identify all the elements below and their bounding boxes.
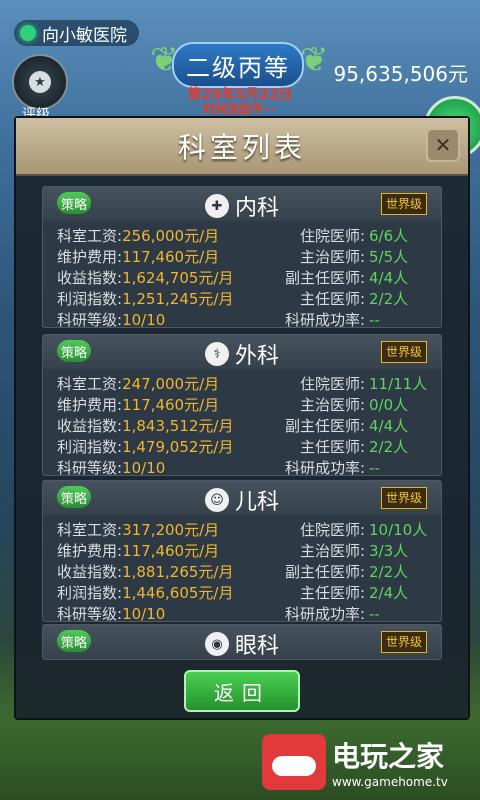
department-card-surgery: 策略 ⚕ 外科 世界级 科室工资:247,000元/月 住院医师: 11/11人 维… (42, 334, 442, 478)
department-name: 内科 (234, 196, 279, 221)
department-name: 外科 (234, 344, 279, 369)
stat-row: 收益指数:1,843,512元/月 副主任医师: 4/4人 (57, 417, 409, 435)
stat-row: 维护费用:117,460元/月 主治医师: 5/5人 (57, 248, 409, 266)
watermark-url: www.gamehome.tv (332, 775, 448, 789)
watermark-brand: 电玩之家 (332, 740, 445, 773)
department-name: 儿科 (234, 490, 279, 515)
stat-row: 利润指数:1,479,052元/月 主任医师: 2/2人 (57, 438, 409, 456)
gamehome-logo-icon (262, 734, 326, 790)
panel-title: 科室列表 (177, 131, 306, 164)
pediatrics-icon: ☺ (204, 488, 229, 512)
stat-row: 维护费用:117,460元/月 主治医师: 3/3人 (57, 542, 409, 560)
stat-row: 收益指数:1,624,705元/月 副主任医师: 4/4人 (57, 269, 409, 287)
hospital-name-badge: 向小敏医院 (14, 20, 139, 46)
level-badge: 世界级 (380, 193, 427, 215)
panel-header: 科室列表 (16, 118, 468, 176)
level-badge: 世界级 (380, 487, 427, 509)
stat-row: 科研等级:10/10 科研成功率: -- (57, 604, 380, 624)
hospital-grade-badge: 二级丙等 (172, 42, 304, 88)
department-header: 策略 ◉ 眼科 世界级 (43, 625, 441, 659)
money-balance: 95,635,506元 (333, 62, 468, 86)
hospital-name: 向小敏医院 (42, 25, 127, 46)
level-badge: 世界级 (380, 631, 427, 653)
department-header: 策略 ⚕ 外科 世界级 (43, 335, 441, 369)
internal-medicine-icon: ✚ (204, 194, 229, 218)
back-button[interactable]: 返回 (184, 670, 300, 712)
level-badge: 世界级 (380, 341, 427, 363)
stat-row: 利润指数:1,251,245元/月 主任医师: 2/2人 (57, 290, 409, 308)
stat-row: 科室工资:247,000元/月 住院医师: 11/11人 (57, 375, 428, 393)
status-dot-icon (20, 25, 36, 41)
department-name: 眼科 (234, 634, 279, 659)
stat-row: 科研等级:10/10 科研成功率: -- (57, 458, 380, 478)
department-header: 策略 ✚ 内科 世界级 (43, 187, 441, 221)
department-card-internal: 策略 ✚ 内科 世界级 科室工资:256,000元/月 住院医师: 6/6人 维护费… (42, 186, 442, 330)
stat-row: 科室工资:256,000元/月 住院医师: 6/6人 (57, 227, 409, 245)
eye-icon: ◉ (204, 632, 229, 656)
watermark: 电玩之家 www.gamehome.tv (262, 732, 480, 792)
department-card-pediatrics: 策略 ☺ 儿科 世界级 科室工资:317,200元/月 住院医师: 10/10人 维… (42, 480, 442, 624)
department-header: 策略 ☺ 儿科 世界级 (43, 481, 441, 515)
stat-row: 科室工资:317,200元/月 住院医师: 10/10人 (57, 521, 428, 539)
stat-row: 维护费用:117,460元/月 主治医师: 0/0人 (57, 396, 409, 414)
department-card-ophthalmology: 策略 ◉ 眼科 世界级 (42, 624, 442, 660)
close-button[interactable]: ✕ (426, 128, 460, 162)
rating-button[interactable]: ★ (12, 54, 68, 110)
surgery-icon: ⚕ (204, 342, 229, 366)
laurel-right-icon: ❦ (300, 40, 329, 80)
medal-icon: ★ (29, 71, 51, 93)
stat-row: 科研等级:10/10 科研成功率: -- (57, 310, 380, 330)
time-freeze-status: 时间冻结中··· (203, 102, 277, 116)
stat-row: 收益指数:1,881,265元/月 副主任医师: 2/2人 (57, 563, 409, 581)
stat-row: 利润指数:1,446,605元/月 主任医师: 2/4人 (57, 584, 409, 602)
